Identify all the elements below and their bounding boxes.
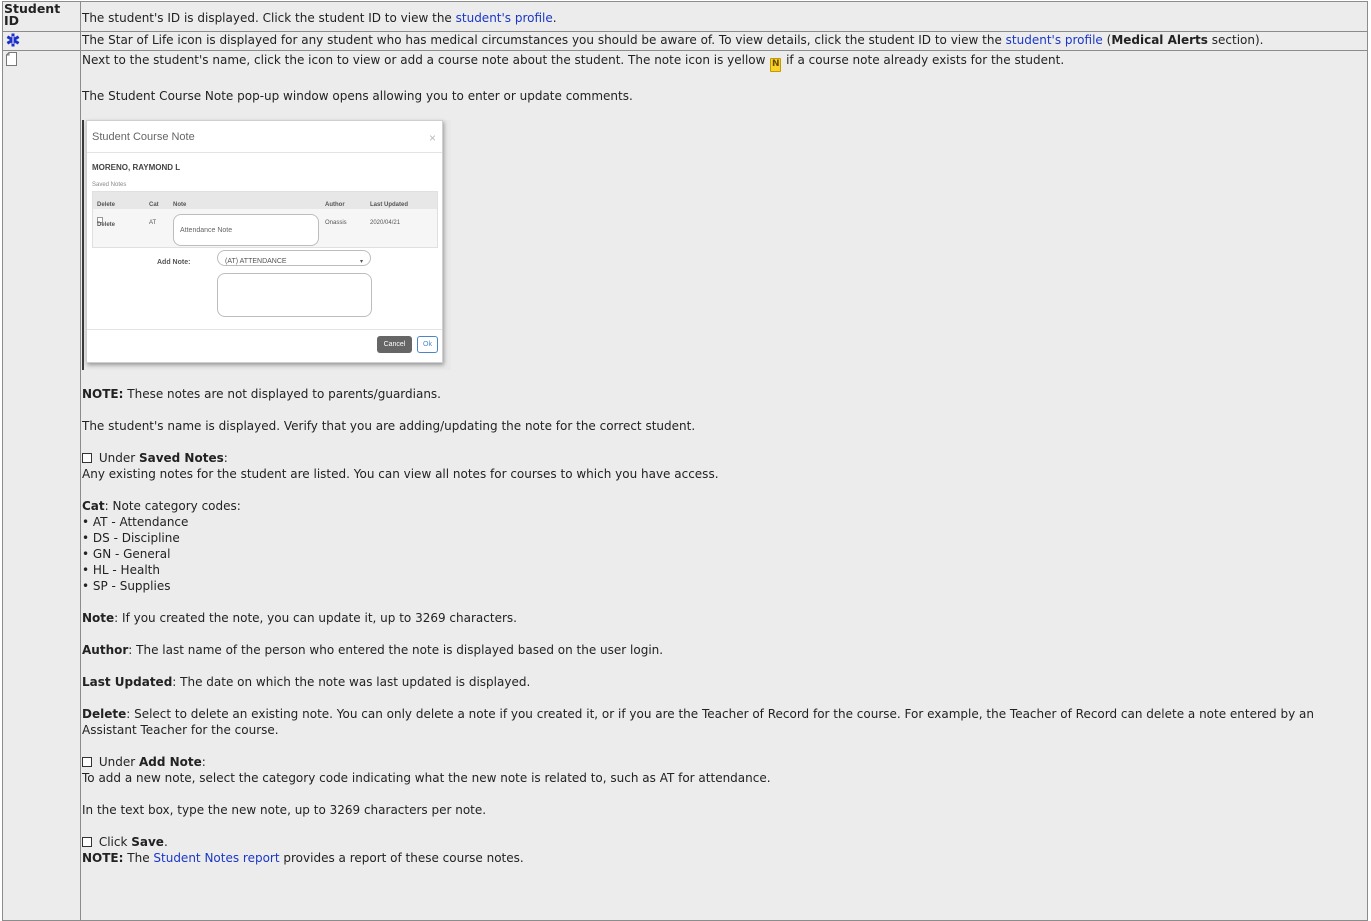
final-note-end: provides a report of these course notes. (279, 851, 524, 865)
save-step: Click Save. (82, 834, 1366, 850)
final-note: NOTE: The Student Notes report provides … (82, 850, 1366, 866)
divider (87, 152, 442, 153)
delete-text: : Select to delete an existing note. You… (82, 707, 1314, 737)
final-note-label: NOTE: (82, 851, 124, 865)
cat-label: Cat (82, 499, 105, 513)
save-label: Save (131, 835, 164, 849)
term-cell (2, 50, 81, 921)
divider (87, 329, 442, 330)
saved-notes-grid: Delete Cat Note Author Last Updated Dele… (92, 191, 438, 248)
updated-value: 2020/04/21 (370, 220, 401, 226)
checkbox-icon (82, 757, 92, 767)
step-prefix: Under (95, 755, 139, 769)
name-line: The student's name is displayed. Verify … (82, 419, 696, 433)
add-note-heading: Add Note (138, 755, 202, 769)
note-intro: Next to the student's name, click the ic… (82, 52, 1366, 72)
course-note-row: Next to the student's name, click the ic… (2, 50, 1368, 921)
cat-line: Cat: Note category codes: (82, 498, 1366, 514)
delete-label-bold: Delete (82, 707, 127, 721)
student-profile-link[interactable]: student's profile (456, 11, 553, 25)
course-note-screenshot: Student Course Note × MORENO, RAYMOND L … (82, 120, 451, 370)
note-field-text: : If you created the note, you can updat… (114, 611, 517, 625)
delete-line: Delete: Select to delete an existing not… (82, 706, 1366, 738)
add-note-label: Add Note: (157, 259, 191, 266)
chevron-down-icon: ▾ (359, 259, 363, 265)
medical-alerts-label: Medical Alerts (1111, 33, 1208, 47)
author-line: Author: The last name of the person who … (82, 642, 1366, 658)
description-cell: The student's ID is displayed. Click the… (80, 1, 1368, 32)
step-suffix: : (223, 451, 228, 465)
new-note-textarea (217, 273, 372, 317)
list-item: • DS - Discipline (82, 531, 180, 545)
delete-label: Delete (97, 222, 116, 228)
ok-button: Ok (417, 336, 438, 353)
help-table: Student ID The student's ID is displayed… (2, 1, 1368, 921)
student-id-header: Student ID (4, 1, 61, 28)
student-id-row: Student ID The student's ID is displayed… (2, 1, 1368, 32)
cat-value: AT (149, 220, 157, 226)
note-field-label: Note (82, 611, 115, 625)
note-field-line: Note: If you created the note, you can u… (82, 610, 1366, 626)
step-suffix: . (163, 835, 168, 849)
cat-text: : Note category codes: (104, 499, 241, 513)
updated-label: Last Updated (82, 675, 173, 689)
term-cell (2, 31, 81, 51)
student-profile-link-2[interactable]: student's profile (1006, 33, 1103, 47)
cancel-button: Cancel (377, 336, 412, 353)
note-value: Attendance Note (173, 214, 319, 246)
author-text: : The last name of the person who entere… (128, 643, 664, 657)
checkbox-icon (82, 453, 92, 463)
saved-notes-heading: Saved Notes (138, 451, 224, 465)
modal-title: Student Course Note (92, 131, 195, 143)
row2-suffix: section). (1207, 33, 1264, 47)
course-note-modal: Student Course Note × MORENO, RAYMOND L … (86, 120, 443, 363)
close-icon: × (428, 131, 436, 145)
updated-line: Last Updated: The date on which the note… (82, 674, 1366, 690)
author-label: Author (82, 643, 129, 657)
star-of-life-icon (6, 33, 20, 47)
student-name: MORENO, RAYMOND L (92, 163, 181, 172)
list-item: • AT - Attendance (82, 515, 189, 529)
note-label: NOTE: (82, 387, 124, 401)
final-note-text: The (123, 851, 154, 865)
student-notes-report-link[interactable]: Student Notes report (153, 851, 279, 865)
yellow-note-icon: N (770, 58, 782, 72)
row2-text: The Star of Life icon is displayed for a… (82, 33, 1006, 47)
intro-text: Next to the student's name, click the ic… (82, 53, 770, 67)
star-of-life-row: The Star of Life icon is displayed for a… (2, 31, 1368, 51)
note-text: These notes are not displayed to parents… (123, 387, 441, 401)
intro-text-end: if a course note already exists for the … (782, 53, 1065, 67)
saved-notes-desc: Any existing notes for the student are l… (82, 467, 719, 481)
list-item: • GN - General (82, 547, 171, 561)
parents-note: NOTE: These notes are not displayed to p… (82, 386, 1366, 402)
author-value: Onassis (325, 220, 347, 226)
description-cell: Next to the student's name, click the ic… (80, 50, 1368, 921)
row1-text: The student's ID is displayed. Click the… (82, 11, 456, 25)
note-icon (6, 52, 17, 66)
step-suffix: : (201, 755, 206, 769)
row1-period: . (552, 11, 557, 25)
list-item: • HL - Health (82, 563, 160, 577)
category-select: (AT) ATTENDANCE ▾ (217, 250, 371, 266)
textbox-line: In the text box, type the new note, up t… (82, 803, 487, 817)
updated-text: : The date on which the note was last up… (172, 675, 531, 689)
saved-notes-step: Under Saved Notes: (82, 450, 1366, 466)
add-note-desc: To add a new note, select the category c… (82, 771, 771, 785)
popup-line: The Student Course Note pop-up window op… (82, 89, 633, 103)
checkbox-icon (82, 837, 92, 847)
term-cell: Student ID (2, 1, 81, 32)
step-prefix: Click (95, 835, 132, 849)
step-prefix: Under (95, 451, 139, 465)
table-row: Delete AT Attendance Note Onassis 2020/0… (93, 209, 437, 249)
list-item: • SP - Supplies (82, 579, 171, 593)
grid-header: Delete Cat Note Author Last Updated (93, 192, 437, 209)
category-select-value: (AT) ATTENDANCE (225, 258, 287, 265)
add-note-step: Under Add Note: (82, 754, 1366, 770)
description-cell: The Star of Life icon is displayed for a… (80, 31, 1368, 51)
